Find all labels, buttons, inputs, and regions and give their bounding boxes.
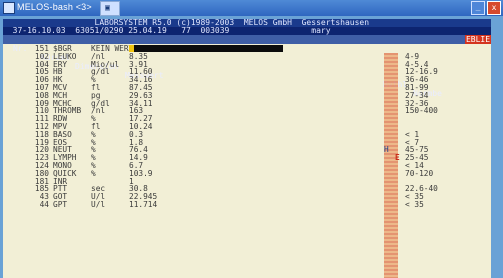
app-icon [3, 2, 15, 14]
result-unit: % [91, 168, 96, 178]
input-cursor-field[interactable] [129, 45, 283, 52]
result-code: GPT [53, 199, 68, 209]
flag-label: EBLIE [465, 35, 491, 44]
result-value: 11.714 [129, 199, 158, 209]
desktop: MELOS-bash <3> ▣ _ x LABORSYSTEM R5.0 (c… [0, 0, 503, 278]
result-unit: U/l [91, 199, 106, 209]
terminal-icon[interactable]: ▣ [100, 1, 120, 16]
result-mark: E [395, 153, 400, 163]
table-row[interactable]: 44 GPT U/l 11.714 < 35 [3, 199, 491, 209]
text-cursor [129, 45, 134, 52]
tool-glyph: ▣ [105, 3, 110, 12]
result-flag: H [384, 145, 389, 155]
minimize-button[interactable]: _ [471, 1, 485, 15]
result-number: 44 [39, 199, 49, 209]
window-title: MELOS-bash <3> [17, 2, 92, 12]
title-bar[interactable]: MELOS-bash <3> ▣ _ x [0, 0, 503, 16]
result-normal-range: 70-120 [405, 168, 434, 178]
result-table: 151 $BGR KEIN WERT 102 LEUKO/nl 8.35 4-9 104 ERY… [3, 45, 491, 209]
table-row[interactable]: 110 THROMB/nl 163 150-400 [3, 107, 491, 115]
table-row[interactable]: 111 RDW% 17.27 [3, 115, 491, 123]
terminal-screen[interactable]: LABORSYSTEM R5.0 (c)1989-2003 MELOS GmbH… [3, 19, 491, 278]
close-button[interactable]: x [487, 1, 501, 15]
result-normal-range: 150-400 [405, 106, 438, 116]
column-header: Nr. Kürzel Dimension Messwert Bvthl Norm… [3, 35, 491, 98]
table-row[interactable]: 180 QUICK% 103.9 70-120 [3, 168, 491, 178]
patient-header: 37-16.10.03 63051/0290 25.04.19 77 00303… [3, 27, 491, 35]
result-normal-range: < 35 [405, 199, 424, 209]
